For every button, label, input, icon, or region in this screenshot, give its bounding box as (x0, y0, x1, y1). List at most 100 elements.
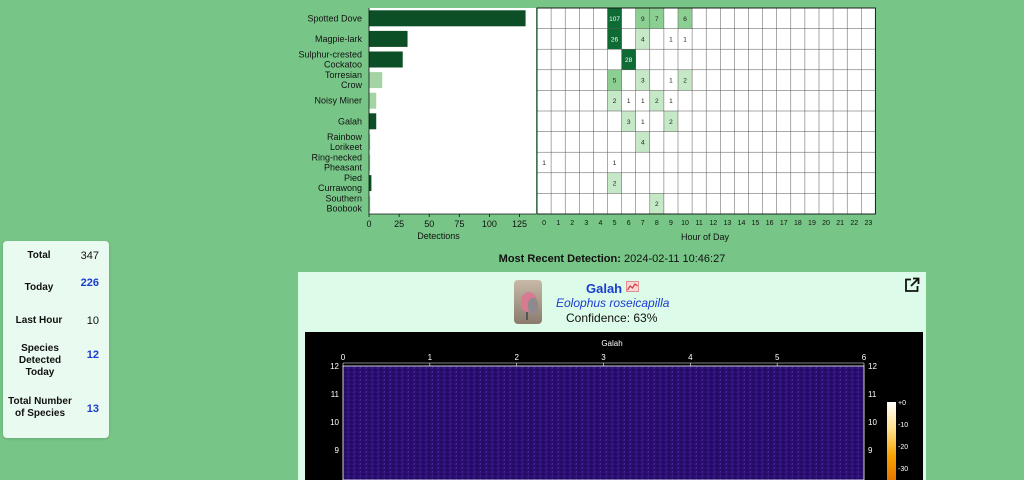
hour-tick-13: 13 (723, 220, 731, 227)
heatmap-value-7: 1 (683, 36, 687, 43)
spectro-x-tick-4: 4 (688, 353, 693, 362)
heatmap-value-22: 1 (542, 160, 546, 167)
hour-tick-19: 19 (808, 220, 816, 227)
hour-tick-3: 3 (584, 220, 588, 227)
spectro-y-tick-left-1: 11 (331, 390, 340, 399)
bar-5[interactable] (369, 113, 377, 130)
heatmap-value-23: 1 (613, 160, 617, 167)
x-tick-1: 25 (394, 219, 404, 229)
stats-chart-icon[interactable] (626, 281, 639, 292)
hour-tick-8: 8 (655, 220, 659, 227)
category-label-7: Ring-necked Pheasant (311, 153, 362, 173)
spectrogram[interactable]: Galah 0123456 12 12 11 11 10 10 9 9 +0 -10 -20 -30 (305, 332, 923, 480)
hour-tick-20: 20 (822, 220, 830, 227)
x-tick-2: 50 (424, 219, 434, 229)
hour-tick-15: 15 (752, 220, 760, 227)
heatmap-value-3: 6 (683, 16, 687, 23)
category-label-9: Southern Boobook (325, 194, 362, 214)
hour-tick-12: 12 (709, 220, 717, 227)
stat-last-hour: Last Hour 10 (3, 314, 109, 328)
x-tick-4: 100 (482, 219, 497, 229)
stat-total-species[interactable]: Total Number of Species 13 (3, 394, 109, 434)
spectro-x-tick-5: 5 (775, 353, 780, 362)
stat-total-species-value[interactable]: 13 (87, 403, 99, 415)
heatmap-value-16: 2 (655, 98, 659, 105)
hour-tick-4: 4 (598, 220, 602, 227)
hour-tick-6: 6 (627, 220, 631, 227)
category-label-4: Noisy Miner (314, 96, 362, 106)
stat-total-species-label: Total Number of Species (8, 396, 72, 419)
species-scientific-name-link[interactable]: Eolophus roseicapilla (556, 296, 669, 310)
spectro-x-tick-6: 6 (862, 353, 867, 362)
heatmap-value-14: 1 (627, 98, 631, 105)
hour-tick-10: 10 (681, 220, 689, 227)
hour-tick-2: 2 (570, 220, 574, 227)
x-tick-5: 125 (512, 219, 527, 229)
heatmap-value-0: 107 (609, 16, 620, 23)
stat-today-value[interactable]: 226 (81, 277, 99, 289)
colorbar-tick-3: -30 (898, 466, 908, 473)
spectro-y-tick-right-0: 12 (868, 362, 877, 371)
stat-last-hour-value: 10 (86, 315, 99, 327)
spectrogram-title: Galah (601, 339, 622, 348)
spectro-x-tick-2: 2 (514, 353, 519, 362)
heatmap-value-20: 2 (669, 119, 673, 126)
stat-last-hour-label: Last Hour (15, 315, 63, 326)
spectro-x-tick-1: 1 (428, 353, 433, 362)
bar-3[interactable] (369, 72, 383, 89)
recent-detection-card: Galah Eolophus roseicapilla Confidence: … (298, 272, 926, 480)
heatmap-value-15: 1 (641, 98, 645, 105)
category-label-1: Magpie-lark (315, 34, 363, 44)
hour-tick-5: 5 (613, 220, 617, 227)
bar-0[interactable] (369, 10, 526, 27)
x-axis-label: Detections (417, 231, 460, 241)
open-external-icon[interactable] (904, 277, 920, 293)
spectro-y-tick-left-0: 12 (330, 362, 339, 371)
hour-tick-7: 7 (641, 220, 645, 227)
stats-card: Total 347 Today 226 Last Hour 10 Species… (3, 241, 109, 438)
hour-tick-11: 11 (696, 220, 703, 227)
spectro-x-tick-3: 3 (601, 353, 606, 362)
heatmap-value-1: 9 (641, 16, 645, 23)
heatmap-value-18: 3 (627, 119, 631, 126)
heatmap-value-4: 26 (611, 36, 619, 43)
stat-total: Total 347 (3, 249, 109, 263)
heatmap-value-21: 4 (641, 139, 645, 146)
hour-tick-18: 18 (794, 220, 802, 227)
stat-species-today[interactable]: Species Detected Today 12 (3, 341, 109, 381)
heatmap-value-12: 2 (683, 78, 687, 85)
heatmap-value-17: 1 (669, 98, 673, 105)
colorbar-tick-1: -10 (898, 422, 908, 429)
bar-1[interactable] (369, 30, 408, 47)
stat-species-today-value[interactable]: 12 (87, 349, 99, 361)
heatmap-value-11: 1 (669, 78, 673, 85)
category-label-8: Pied Currawong (318, 173, 362, 193)
hour-tick-0: 0 (542, 220, 546, 227)
most-recent-label: Most Recent Detection: (498, 253, 621, 265)
stat-today[interactable]: Today 226 (3, 277, 109, 293)
stat-total-label: Total (27, 250, 51, 261)
x-tick-3: 75 (454, 219, 464, 229)
heatmap-value-2: 7 (655, 16, 659, 23)
most-recent-heading: Most Recent Detection: 2024-02-11 10:46:… (298, 253, 926, 265)
spectro-y-tick-right-2: 10 (868, 418, 877, 427)
spectro-y-tick-left-2: 10 (330, 418, 339, 427)
heatmap-x-label: Hour of Day (681, 232, 730, 242)
heatmap-value-19: 1 (641, 119, 645, 126)
heatmap-value-6: 1 (669, 36, 673, 43)
category-label-3: Torresian Crow (325, 70, 363, 90)
category-label-0: Spotted Dove (307, 13, 362, 23)
spectro-y-tick-right-1: 11 (868, 390, 877, 399)
species-common-name-link[interactable]: Galah (586, 281, 622, 296)
hour-tick-1: 1 (556, 220, 560, 227)
category-label-5: Galah (338, 116, 362, 126)
bar-4[interactable] (369, 92, 377, 109)
bar-2[interactable] (369, 51, 403, 68)
hour-tick-16: 16 (766, 220, 774, 227)
hour-tick-22: 22 (850, 220, 858, 227)
category-label-6: Rainbow Lorikeet (327, 132, 363, 152)
category-label-2: Sulphur-crested Cockatoo (298, 50, 362, 70)
species-thumbnail[interactable] (514, 280, 542, 324)
detections-chart: Spotted Dove Magpie-lark Sulphur-crested Co… (280, 0, 880, 250)
confidence-text: Confidence: 63% (566, 311, 658, 325)
